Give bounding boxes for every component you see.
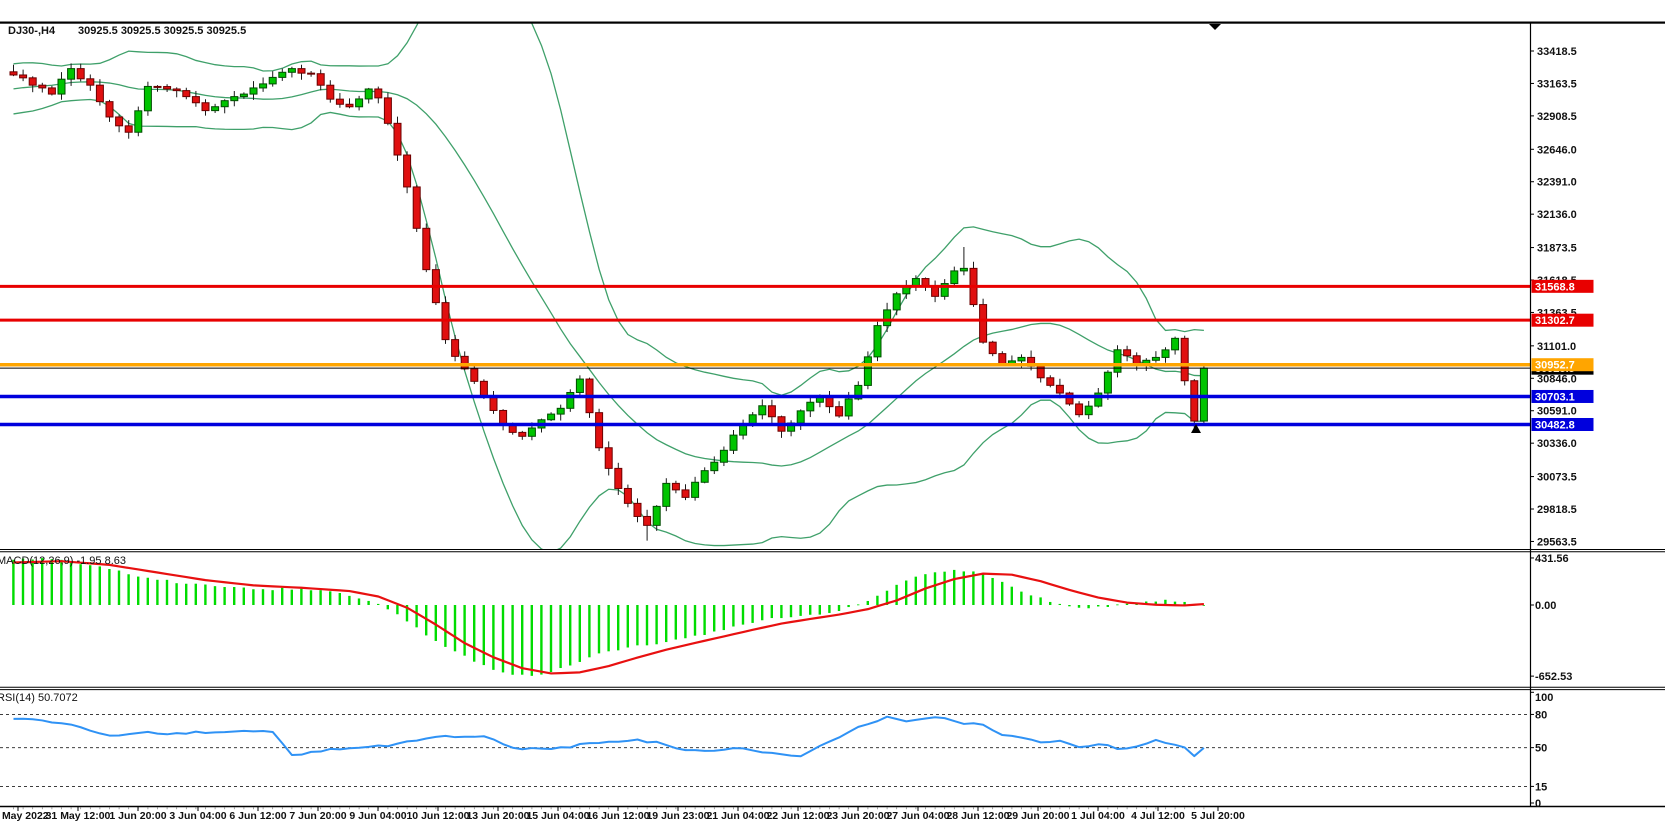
svg-text:30703.1: 30703.1 xyxy=(1535,391,1575,403)
chart-title-ohlc: 30925.5 30925.5 30925.5 30925.5 xyxy=(78,25,246,37)
macd-tick-label: 431.56 xyxy=(1535,553,1569,565)
price-tag: 31568.8 xyxy=(1532,280,1594,294)
time-tick-label: 10 Jun 12:00 xyxy=(406,810,469,822)
time-tick-label: 6 Jun 12:00 xyxy=(229,810,286,822)
time-tick-label: 9 Jun 04:00 xyxy=(349,810,406,822)
rsi-tick-label: 50 xyxy=(1535,743,1547,755)
price-tick-label: 31873.5 xyxy=(1537,243,1577,255)
price-tick-label: 31101.0 xyxy=(1537,341,1576,353)
time-tick-label: 7 Jun 20:00 xyxy=(289,810,346,822)
price-tick-label: 29563.5 xyxy=(1537,536,1577,548)
price-tick-label: 32391.0 xyxy=(1537,177,1577,189)
rsi-tick-label: 100 xyxy=(1535,692,1553,704)
price-tag: 30703.1 xyxy=(1532,390,1594,404)
chart-title: DJ30-,H4 30925.5 30925.5 30925.5 30925.5 xyxy=(8,25,246,37)
rsi-tick-label: 15 xyxy=(1535,781,1547,793)
time-tick-label: 19 Jun 23:00 xyxy=(646,810,709,822)
svg-text:30952.7: 30952.7 xyxy=(1535,360,1575,372)
svg-text:31568.8: 31568.8 xyxy=(1535,281,1575,293)
svg-text:31302.7: 31302.7 xyxy=(1535,315,1575,327)
time-tick-label: 13 Jun 20:00 xyxy=(466,810,529,822)
price-tick-label: 29818.5 xyxy=(1537,504,1577,516)
price-tick-label: 33163.5 xyxy=(1537,78,1577,90)
time-tick-label: 30 May 2022 xyxy=(0,810,49,822)
price-tick-label: 33418.5 xyxy=(1537,46,1577,58)
time-tick-label: 21 Jun 04:00 xyxy=(706,810,769,822)
time-tick-label: 22 Jun 12:00 xyxy=(766,810,829,822)
mt4-window: 新订单 自动交易 xyxy=(0,0,1665,825)
time-tick-label: 27 Jun 04:00 xyxy=(886,810,949,822)
time-tick-label: 29 Jun 20:00 xyxy=(1006,810,1069,822)
time-tick-label: 31 May 12:00 xyxy=(46,810,111,822)
chart-title-symbol: DJ30-,H4 xyxy=(8,25,56,37)
time-tick-label: 1 Jul 04:00 xyxy=(1071,810,1125,822)
price-tick-label: 32908.5 xyxy=(1537,111,1577,123)
macd-tick-label: -652.53 xyxy=(1535,671,1572,683)
price-tick-label: 30073.5 xyxy=(1537,472,1577,484)
price-tick-label: 32646.0 xyxy=(1537,144,1577,156)
time-tick-label: 28 Jun 12:00 xyxy=(946,810,1009,822)
price-tag: 30952.7 xyxy=(1532,358,1594,372)
time-axis[interactable]: 30 May 202231 May 12:001 Jun 20:003 Jun … xyxy=(0,807,1245,822)
rsi-tick-label: 0 xyxy=(1535,798,1541,810)
rsi-tick-label: 80 xyxy=(1535,709,1547,721)
time-tick-label: 5 Jul 20:00 xyxy=(1191,810,1245,822)
time-tick-label: 23 Jun 20:00 xyxy=(826,810,889,822)
time-tick-label: 4 Jul 12:00 xyxy=(1131,810,1185,822)
price-tick-label: 30591.0 xyxy=(1537,406,1577,418)
price-tag: 30482.8 xyxy=(1532,418,1594,432)
price-tick-label: 32136.0 xyxy=(1537,209,1577,221)
macd-label: MACD(12,26,9) -1.95 8.63 xyxy=(0,555,126,567)
macd-tick-label: 0.00 xyxy=(1535,600,1556,612)
chart-canvas[interactable]: 33418.5 33163.5 32908.5 32646.0 32391.0 32136… xyxy=(0,0,1665,825)
time-tick-label: 1 Jun 20:00 xyxy=(109,810,166,822)
svg-text:30482.8: 30482.8 xyxy=(1535,419,1575,431)
time-tick-label: 15 Jun 04:00 xyxy=(526,810,589,822)
rsi-label: RSI(14) 50.7072 xyxy=(0,692,78,704)
price-tag: 31302.7 xyxy=(1532,314,1594,328)
time-tick-label: 16 Jun 12:00 xyxy=(586,810,649,822)
time-tick-label: 3 Jun 04:00 xyxy=(169,810,226,822)
price-tick-label: 30336.0 xyxy=(1537,438,1577,450)
